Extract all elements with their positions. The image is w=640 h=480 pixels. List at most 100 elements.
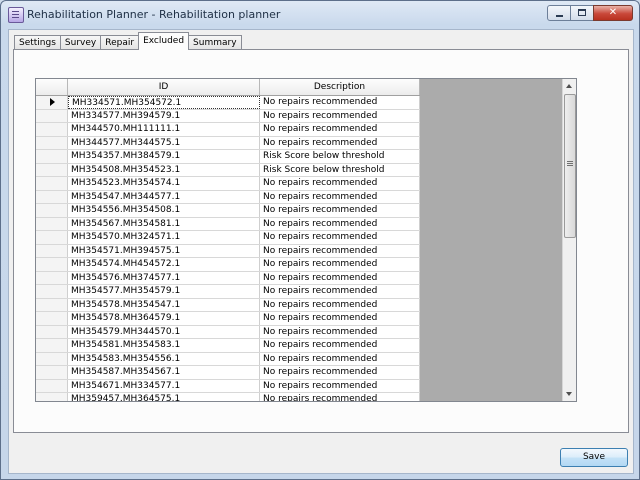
row-header-cell[interactable] <box>36 96 68 109</box>
table-row[interactable]: MH354671.MH334577.1 No repairs recommende… <box>36 379 420 393</box>
table-row[interactable]: MH354579.MH344570.1 No repairs recommende… <box>36 325 420 339</box>
id-cell[interactable]: MH354523.MH354574.1 <box>68 177 260 190</box>
row-header-corner[interactable] <box>36 79 68 95</box>
row-header-cell[interactable] <box>36 258 68 271</box>
id-cell[interactable]: MH354587.MH354567.1 <box>68 366 260 379</box>
table-row[interactable]: MH354581.MH354583.1 No repairs recommende… <box>36 339 420 353</box>
row-header-cell[interactable] <box>36 177 68 190</box>
id-cell[interactable]: MH354570.MH324571.1 <box>68 231 260 244</box>
row-header-cell[interactable] <box>36 150 68 163</box>
description-cell[interactable]: No repairs recommended <box>260 393 420 401</box>
description-cell[interactable]: No repairs recommended <box>260 231 420 244</box>
description-cell[interactable]: No repairs recommended <box>260 96 420 109</box>
id-cell[interactable]: MH354574.MH454572.1 <box>68 258 260 271</box>
table-row[interactable]: MH354578.MH354547.1 No repairs recommende… <box>36 298 420 312</box>
vertical-scrollbar[interactable] <box>562 79 576 401</box>
table-row[interactable]: MH354567.MH354581.1 No repairs recommende… <box>36 217 420 231</box>
row-header-cell[interactable] <box>36 123 68 136</box>
id-cell[interactable]: MH354577.MH354579.1 <box>68 285 260 298</box>
row-header-cell[interactable] <box>36 244 68 257</box>
tab-excluded[interactable]: Excluded <box>138 32 190 50</box>
row-header-cell[interactable] <box>36 231 68 244</box>
table-row[interactable]: MH354547.MH344577.1 No repairs recommende… <box>36 190 420 204</box>
row-header-cell[interactable] <box>36 325 68 338</box>
description-cell[interactable]: No repairs recommended <box>260 312 420 325</box>
tab-repair[interactable]: Repair <box>100 35 140 50</box>
description-cell[interactable]: No repairs recommended <box>260 217 420 230</box>
description-cell[interactable]: No repairs recommended <box>260 285 420 298</box>
row-header-cell[interactable] <box>36 312 68 325</box>
table-row[interactable]: MH344577.MH344575.1 No repairs recommende… <box>36 136 420 150</box>
row-header-cell[interactable] <box>36 204 68 217</box>
save-button[interactable]: Save <box>560 448 628 467</box>
id-cell[interactable]: MH344570.MH111111.1 <box>68 123 260 136</box>
table-row[interactable]: MH354570.MH324571.1 No repairs recommende… <box>36 231 420 245</box>
row-header-cell[interactable] <box>36 190 68 203</box>
description-cell[interactable]: No repairs recommended <box>260 177 420 190</box>
id-cell[interactable]: MH354556.MH354508.1 <box>68 204 260 217</box>
table-row[interactable]: MH354508.MH354523.1 Risk Score below thre… <box>36 163 420 177</box>
id-cell[interactable]: MH354578.MH354547.1 <box>68 298 260 311</box>
id-cell[interactable]: MH344577.MH344575.1 <box>68 136 260 149</box>
column-header-description[interactable]: Description <box>260 79 420 95</box>
table-row[interactable]: MH354574.MH454572.1 No repairs recommende… <box>36 258 420 272</box>
table-row[interactable]: MH354571.MH394575.1 No repairs recommende… <box>36 244 420 258</box>
id-cell[interactable]: MH354581.MH354583.1 <box>68 339 260 352</box>
table-row[interactable]: MH344570.MH111111.1 No repairs recommende… <box>36 123 420 137</box>
description-cell[interactable]: No repairs recommended <box>260 366 420 379</box>
row-header-cell[interactable] <box>36 271 68 284</box>
title-bar[interactable]: Rehabilitation Planner - Rehabilitation … <box>1 1 639 27</box>
description-cell[interactable]: No repairs recommended <box>260 204 420 217</box>
scroll-up-arrow-icon[interactable] <box>566 84 572 88</box>
id-cell[interactable]: MH334571.MH354572.1 <box>68 96 260 109</box>
id-cell[interactable]: MH354508.MH354523.1 <box>68 163 260 176</box>
table-row[interactable]: MH359457.MH364575.1 No repairs recommende… <box>36 393 420 401</box>
description-cell[interactable]: No repairs recommended <box>260 258 420 271</box>
table-row[interactable]: MH354357.MH384579.1 Risk Score below thre… <box>36 150 420 164</box>
tab-summary[interactable]: Summary <box>188 35 242 50</box>
row-header-cell[interactable] <box>36 109 68 122</box>
table-row[interactable]: MH354577.MH354579.1 No repairs recommende… <box>36 285 420 299</box>
column-header-id[interactable]: ID <box>68 79 260 95</box>
row-header-cell[interactable] <box>36 352 68 365</box>
tab-settings[interactable]: Settings <box>14 35 61 50</box>
row-header-cell[interactable] <box>36 163 68 176</box>
maximize-button[interactable] <box>570 5 594 21</box>
description-cell[interactable]: No repairs recommended <box>260 325 420 338</box>
close-button[interactable] <box>593 5 633 21</box>
table-row[interactable]: MH334577.MH394579.1 No repairs recommende… <box>36 109 420 123</box>
table-row[interactable]: MH354523.MH354574.1 No repairs recommende… <box>36 177 420 191</box>
id-cell[interactable]: MH354576.MH374577.1 <box>68 271 260 284</box>
description-cell[interactable]: No repairs recommended <box>260 379 420 392</box>
description-cell[interactable]: No repairs recommended <box>260 136 420 149</box>
row-header-cell[interactable] <box>36 339 68 352</box>
id-cell[interactable]: MH354671.MH334577.1 <box>68 379 260 392</box>
table-row[interactable]: MH354578.MH364579.1 No repairs recommende… <box>36 312 420 326</box>
excluded-grid[interactable]: ID Description MH334571.MH354572.1 No rep… <box>35 78 577 402</box>
id-cell[interactable]: MH354571.MH394575.1 <box>68 244 260 257</box>
description-cell[interactable]: No repairs recommended <box>260 109 420 122</box>
description-cell[interactable]: No repairs recommended <box>260 271 420 284</box>
description-cell[interactable]: No repairs recommended <box>260 339 420 352</box>
id-cell[interactable]: MH354583.MH354556.1 <box>68 352 260 365</box>
id-cell[interactable]: MH334577.MH394579.1 <box>68 109 260 122</box>
scroll-down-arrow-icon[interactable] <box>566 392 572 396</box>
id-cell[interactable]: MH359457.MH364575.1 <box>68 393 260 401</box>
row-header-cell[interactable] <box>36 285 68 298</box>
table-row[interactable]: MH354556.MH354508.1 No repairs recommende… <box>36 204 420 218</box>
description-cell[interactable]: Risk Score below threshold <box>260 150 420 163</box>
id-cell[interactable]: MH354357.MH384579.1 <box>68 150 260 163</box>
id-cell[interactable]: MH354547.MH344577.1 <box>68 190 260 203</box>
tab-survey[interactable]: Survey <box>59 35 102 50</box>
row-header-cell[interactable] <box>36 393 68 401</box>
description-cell[interactable]: No repairs recommended <box>260 244 420 257</box>
minimize-button[interactable] <box>547 5 571 21</box>
row-header-cell[interactable] <box>36 298 68 311</box>
description-cell[interactable]: No repairs recommended <box>260 123 420 136</box>
description-cell[interactable]: No repairs recommended <box>260 298 420 311</box>
description-cell[interactable]: No repairs recommended <box>260 190 420 203</box>
id-cell[interactable]: MH354567.MH354581.1 <box>68 217 260 230</box>
table-row[interactable]: MH354576.MH374577.1 No repairs recommende… <box>36 271 420 285</box>
row-header-cell[interactable] <box>36 379 68 392</box>
table-row[interactable]: MH354587.MH354567.1 No repairs recommende… <box>36 366 420 380</box>
